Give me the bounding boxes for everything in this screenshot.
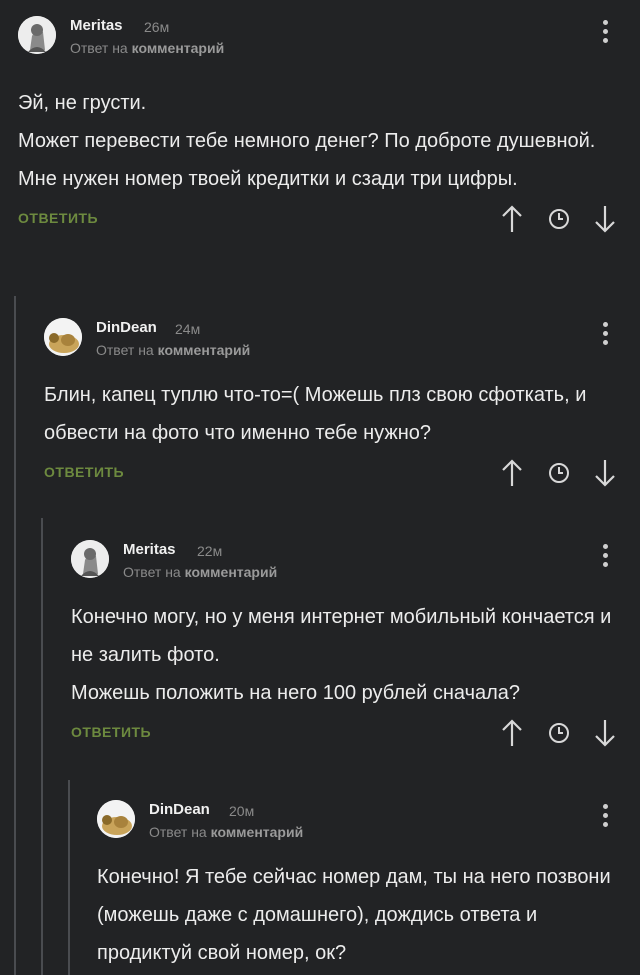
reply-button[interactable]: ОТВЕТИТЬ xyxy=(44,464,124,480)
reply-button[interactable]: ОТВЕТИТЬ xyxy=(18,210,98,226)
author-name[interactable]: Meritas xyxy=(70,16,123,36)
comment-text: Конечно могу, но у меня интернет мобильн… xyxy=(71,606,612,704)
reply-to-prefix: Ответ на xyxy=(70,40,128,56)
comment-text: Конечно! Я тебе сейчас номер дам, ты на … xyxy=(97,866,611,964)
kebab-menu-icon[interactable] xyxy=(603,322,609,348)
reply-button[interactable]: ОТВЕТИТЬ xyxy=(71,724,151,740)
comment: DinDean 20м Ответ на комментарий Конечно… xyxy=(97,800,622,972)
reply-to-prefix: Ответ на xyxy=(123,564,181,580)
thread-line xyxy=(68,780,70,975)
comment-actions: ОТВЕТИТЬ xyxy=(18,202,622,242)
kebab-menu-icon[interactable] xyxy=(603,804,609,830)
reply-to-link[interactable]: комментарий xyxy=(185,564,278,580)
comment-header: Meritas 22м Ответ на комментарий xyxy=(71,540,622,588)
comment-header: DinDean 20м Ответ на комментарий xyxy=(97,800,622,848)
reply-to-link[interactable]: комментарий xyxy=(158,342,251,358)
thread-line xyxy=(41,518,43,975)
comment-actions: ОТВЕТИТЬ xyxy=(71,716,622,756)
reply-to: Ответ на комментарий xyxy=(70,38,224,58)
arrow-up-icon[interactable] xyxy=(499,204,525,234)
comment-header: DinDean 24м Ответ на комментарий xyxy=(44,318,622,366)
reply-to-prefix: Ответ на xyxy=(96,342,154,358)
avatar[interactable] xyxy=(18,16,56,54)
comment-text: Блин, капец туплю что-то=( Можешь плз св… xyxy=(44,384,587,444)
comment-time: 26м xyxy=(144,19,170,35)
author-name[interactable]: Meritas xyxy=(123,540,176,560)
reply-to: Ответ на комментарий xyxy=(123,562,277,582)
arrow-up-icon[interactable] xyxy=(499,458,525,488)
clock-icon[interactable] xyxy=(546,204,572,234)
reply-to: Ответ на комментарий xyxy=(149,822,303,842)
comment-text: Эй, не грусти. Может перевести тебе немн… xyxy=(18,92,596,190)
reply-to-link[interactable]: комментарий xyxy=(132,40,225,56)
comment: Meritas 22м Ответ на комментарий Конечно… xyxy=(71,540,622,756)
comment: Meritas 26м Ответ на комментарий Эй, не … xyxy=(18,16,622,242)
author-name[interactable]: DinDean xyxy=(96,318,157,338)
kebab-menu-icon[interactable] xyxy=(603,544,609,570)
author-name[interactable]: DinDean xyxy=(149,800,210,820)
comment: DinDean 24м Ответ на комментарий Блин, к… xyxy=(44,318,622,496)
avatar[interactable] xyxy=(71,540,109,578)
avatar[interactable] xyxy=(97,800,135,838)
comment-time: 20м xyxy=(229,803,255,819)
avatar[interactable] xyxy=(44,318,82,356)
arrow-down-icon[interactable] xyxy=(592,204,618,234)
arrow-down-icon[interactable] xyxy=(592,718,618,748)
comment-time: 22м xyxy=(197,543,223,559)
reply-to-prefix: Ответ на xyxy=(149,824,207,840)
comment-header: Meritas 26м Ответ на комментарий xyxy=(18,16,622,64)
kebab-menu-icon[interactable] xyxy=(603,20,609,46)
reply-to: Ответ на комментарий xyxy=(96,340,250,360)
comment-actions: ОТВЕТИТЬ xyxy=(44,456,622,496)
arrow-down-icon[interactable] xyxy=(592,458,618,488)
arrow-up-icon[interactable] xyxy=(499,718,525,748)
comment-time: 24м xyxy=(175,321,201,337)
clock-icon[interactable] xyxy=(546,458,572,488)
clock-icon[interactable] xyxy=(546,718,572,748)
reply-to-link[interactable]: комментарий xyxy=(211,824,304,840)
thread-line xyxy=(14,296,16,975)
